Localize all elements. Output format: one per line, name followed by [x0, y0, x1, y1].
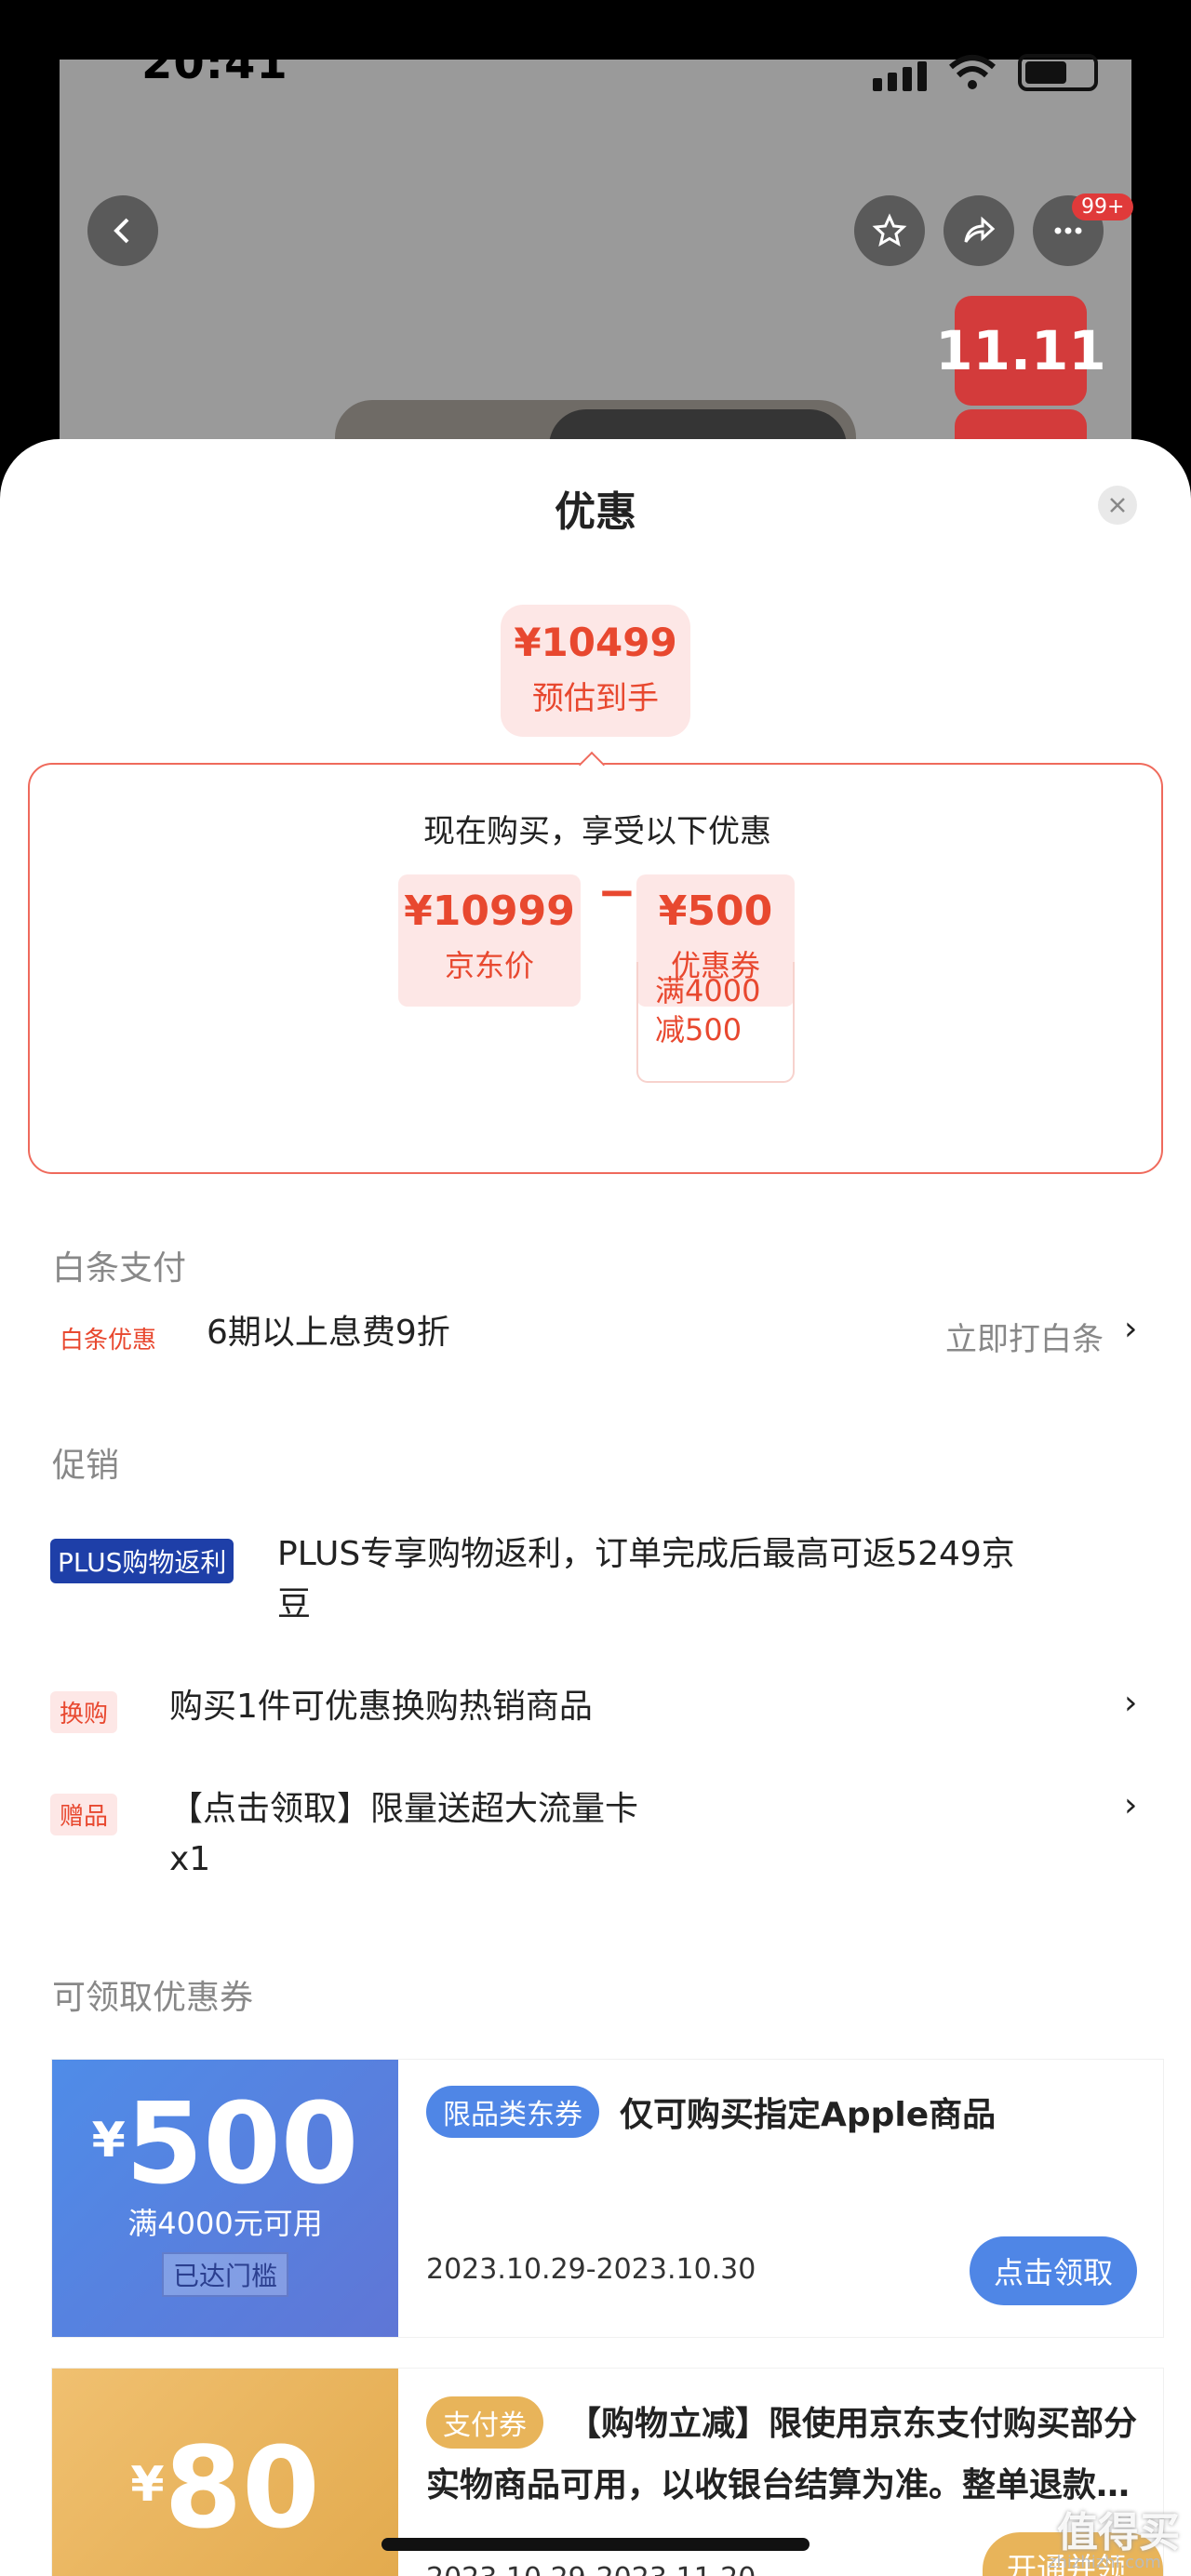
chevron-right-icon[interactable]: ›: [1124, 1310, 1137, 1348]
offer-heading: 现在购买，享受以下优惠: [423, 813, 771, 850]
coupon-currency: ¥: [91, 2113, 126, 2169]
coupon-condition: 满4000 减500: [636, 962, 795, 1083]
estimated-price-label: 预估到手: [532, 680, 659, 717]
discount-sheet: 优惠 ¥10499 预估到手 现在购买，享受以下优惠 ¥10999 京东价 − …: [0, 439, 1191, 2576]
favorite-button[interactable]: [854, 195, 925, 266]
payment-coupon-amount-panel: ¥80: [52, 2369, 398, 2576]
plus-rebate-text-line1: PLUS专享购物返利，订单完成后最高可返5249京: [277, 1535, 1015, 1573]
coupons-section-title: 可领取优惠券: [52, 1979, 254, 2017]
gift-text[interactable]: 【点击领取】限量送超大流量卡 x1: [169, 1784, 638, 1885]
promotion-section-title: 促销: [52, 1447, 120, 1485]
payment-coupon-currency: ¥: [130, 2457, 165, 2513]
exchange-text[interactable]: 购买1件可优惠换购热销商品: [169, 1682, 593, 1732]
coupon-card: ¥500 满4000元可用 已达门槛 限品类东券 仅可购买指定Apple商品 2…: [52, 2060, 1163, 2337]
coupon-date: 2023.10.29-2023.10.30: [426, 2253, 756, 2286]
baitiao-text: 6期以上息费9折: [207, 1314, 450, 1352]
back-button[interactable]: [87, 195, 158, 266]
wifi-icon: [949, 55, 996, 89]
payment-coupon-amount: 80: [164, 2424, 320, 2554]
gift-chevron-icon[interactable]: ›: [1124, 1786, 1137, 1824]
offer-breakdown: 现在购买，享受以下优惠 ¥10999 京东价 − ¥500 优惠券 满4000 …: [28, 763, 1163, 1174]
notification-badge: 99+: [1072, 194, 1134, 220]
sheet-title: 优惠: [555, 488, 636, 536]
plus-rebate-tag: PLUS购物返利: [50, 1539, 234, 1583]
close-button[interactable]: [1098, 486, 1137, 525]
payment-coupon-tag: 支付券: [426, 2396, 543, 2449]
coupon-type-tag: 限品类东券: [426, 2086, 599, 2138]
estimated-price-card: ¥10499 预估到手: [501, 605, 690, 737]
gift-text-line2: x1: [169, 1840, 211, 1878]
estimated-price: ¥10499: [514, 620, 677, 665]
minus-sign: −: [597, 865, 636, 919]
jd-price-label: 京东价: [444, 948, 534, 983]
battery-icon: [1018, 54, 1098, 91]
share-icon: [964, 216, 996, 243]
status-icons: [873, 54, 1098, 91]
chevron-left-icon: [114, 218, 129, 244]
exchange-chevron-icon[interactable]: ›: [1124, 1684, 1137, 1722]
watermark-logo: 值得买: [1057, 2509, 1180, 2556]
payment-coupon-title-line2: 实物商品可用，以收银台结算为准。整单退款…: [426, 2466, 1131, 2504]
plus-rebate-text-line2: 豆: [277, 1585, 312, 1623]
baitiao-section-title: 白条支付: [52, 1249, 187, 1288]
share-button[interactable]: [943, 195, 1014, 266]
status-time: 20:41: [141, 37, 288, 89]
jd-price-card: ¥10999 京东价: [398, 874, 581, 1007]
exchange-tag: 换购: [50, 1691, 118, 1733]
signal-icon: [873, 61, 927, 91]
gift-text-line1: 【点击领取】限量送超大流量卡: [169, 1790, 639, 1828]
claim-coupon-button[interactable]: 点击领取: [970, 2236, 1138, 2305]
coupon-discount: ¥500: [658, 888, 773, 935]
jd-price: ¥10999: [404, 888, 575, 935]
coupon-amount-panel: ¥500 满4000元可用 已达门槛: [52, 2060, 398, 2337]
coupon-amount: 500: [125, 2080, 359, 2209]
payment-coupon-date: 2023.10.29-2023.11.20: [426, 2562, 756, 2576]
coupon-condition-line2: 减500: [655, 1012, 743, 1048]
home-indicator[interactable]: [381, 2538, 810, 2551]
baitiao-tag: 白条优惠: [60, 1327, 157, 1355]
coupon-title: 仅可购买指定Apple商品: [620, 2096, 997, 2134]
watermark-url: zhizhizhi.com: [1048, 2553, 1161, 2572]
baitiao-link[interactable]: 立即打白条: [945, 1314, 1104, 1359]
close-icon: [1110, 498, 1125, 513]
gift-tag: 赠品: [50, 1794, 118, 1835]
plus-rebate-text: PLUS专享购物返利，订单完成后最高可返5249京 豆: [277, 1529, 1015, 1630]
threshold-reached-badge: 已达门槛: [161, 2252, 288, 2297]
payment-coupon-title-line1: 【购物立减】限使用京东支付购买部分: [568, 2405, 1138, 2443]
coupon-condition-line1: 满4000: [655, 973, 761, 1008]
promo-logo: 11.11: [935, 296, 1106, 406]
star-icon: [872, 213, 907, 247]
